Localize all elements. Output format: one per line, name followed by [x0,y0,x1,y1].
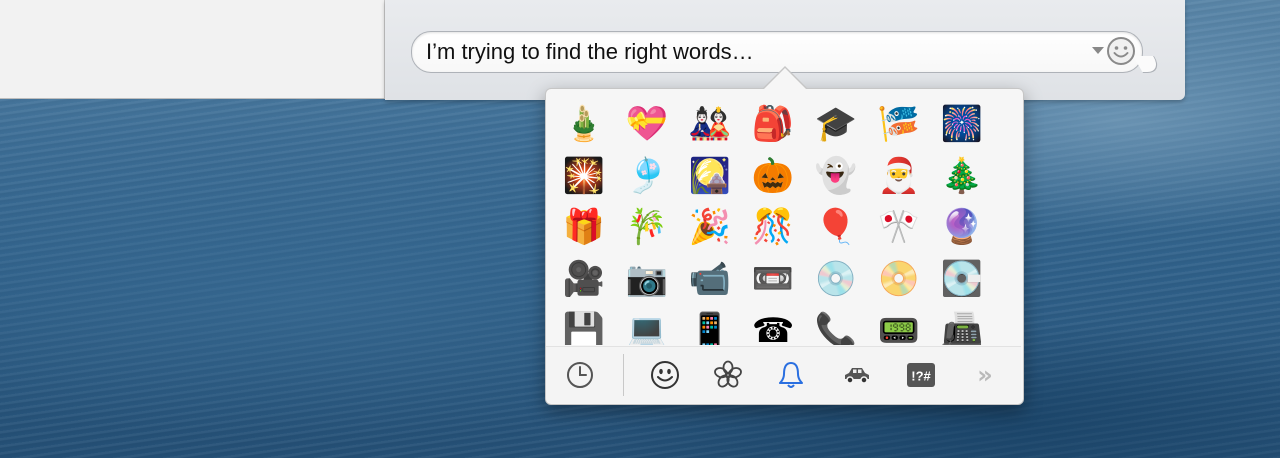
emoji-cell[interactable]: 🎈 [805,203,867,251]
emoji-button[interactable] [1106,36,1136,66]
emoji-cell[interactable]: 🎁 [553,203,615,251]
tab-people[interactable] [648,358,682,392]
tab-places[interactable] [840,358,874,392]
emoji-cell[interactable]: 📷 [616,255,678,303]
tab-nature[interactable] [711,358,745,392]
tab-divider [623,354,624,396]
emoji-cell[interactable]: 🎌 [868,203,930,251]
flower-icon [714,360,742,388]
emoji-cell[interactable]: 🎅 [868,152,930,200]
emoji-cell[interactable]: 🎐 [616,152,678,200]
emoji-cell[interactable]: 📀 [868,255,930,303]
tab-recent[interactable] [563,358,597,392]
message-input-text[interactable]: I’m trying to find the right words… [426,39,754,65]
symbols-icon: !?# [907,363,935,387]
emoji-cell[interactable]: 🎄 [931,152,993,200]
emoji-cell[interactable]: 🎃 [742,152,804,200]
emoji-cell[interactable]: 🎍 [553,100,615,148]
emoji-cell[interactable]: 🎇 [553,152,615,200]
emoji-cell[interactable]: 🎑 [679,152,741,200]
emoji-cell[interactable]: 🎒 [742,100,804,148]
emoji-cell[interactable]: 📞 [805,307,867,345]
emoji-cell[interactable]: 💻 [616,307,678,345]
emoji-cell[interactable]: 📱 [679,307,741,345]
emoji-cell[interactable]: 👻 [805,152,867,200]
emoji-cell[interactable]: 🎏 [868,100,930,148]
emoji-cell[interactable]: 🎊 [742,203,804,251]
chevron-down-icon[interactable] [1092,47,1104,54]
emoji-cell[interactable]: 💝 [616,100,678,148]
emoji-grid: 🎍 💝 🎎 🎒 🎓 🎏 🎆 🎇 🎐 🎑 🎃 👻 🎅 🎄 🎁 🎋 🎉 🎊 🎈 🎌 🔮 🎥 📷 📹 📼 💿 📀 💽 💾 💻 📱 ☎ 📞 📟 📠 [546,89,1021,345]
emoji-cell[interactable]: 🎉 [679,203,741,251]
car-icon [845,368,869,384]
left-window [0,0,385,99]
emoji-cell[interactable]: 🎥 [553,255,615,303]
tab-objects[interactable] [774,358,808,392]
emoji-cell[interactable]: 🔮 [931,203,993,251]
emoji-cell[interactable]: 🎆 [931,100,993,148]
more-categories-button[interactable]: » [968,358,1002,392]
smiley-icon [651,361,679,389]
emoji-cell[interactable]: 💿 [805,255,867,303]
emoji-cell[interactable]: 📟 [868,307,930,345]
smiley-icon [1107,37,1135,65]
tab-symbols[interactable]: !?# [904,358,938,392]
bell-icon [779,362,803,388]
chevron-right-icon: » [977,361,993,389]
emoji-cell[interactable]: ☎ [742,307,804,345]
emoji-cell[interactable]: 🎎 [679,100,741,148]
emoji-cell[interactable]: 📠 [931,307,993,345]
popover-arrow [764,68,806,89]
emoji-cell[interactable]: 💽 [931,255,993,303]
clock-icon [567,362,593,388]
emoji-cell[interactable]: 💾 [553,307,615,345]
symbols-label: !?# [911,369,931,384]
emoji-cell[interactable]: 🎓 [805,100,867,148]
emoji-cell[interactable]: 🎋 [616,203,678,251]
emoji-cell[interactable]: 📹 [679,255,741,303]
emoji-cell[interactable]: 📼 [742,255,804,303]
